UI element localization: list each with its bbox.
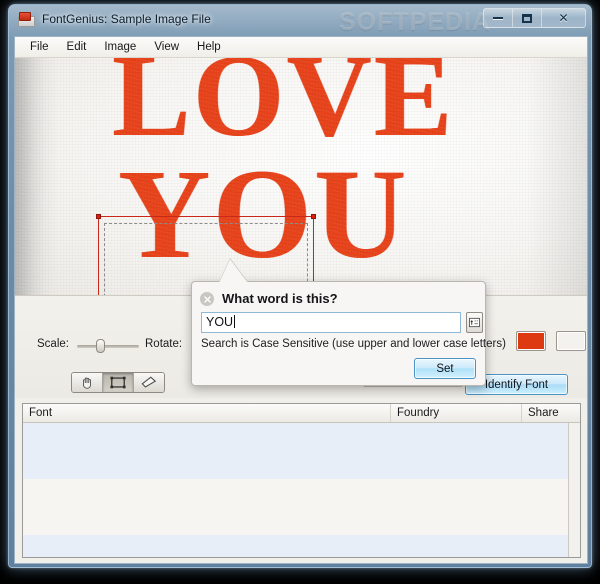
minimize-icon: [493, 17, 503, 19]
window-title: FontGenius: Sample Image File: [42, 12, 211, 26]
column-header-font[interactable]: Font: [23, 404, 391, 422]
minimize-button[interactable]: [483, 8, 512, 28]
menu-help[interactable]: Help: [188, 39, 230, 56]
character-picker-icon: [469, 317, 480, 328]
softpedia-watermark-title: SOFTPEDIA: [339, 8, 492, 36]
word-input[interactable]: YOU: [201, 312, 461, 333]
column-header-share[interactable]: Share: [522, 404, 580, 422]
results-vertical-scrollbar[interactable]: [568, 423, 580, 557]
menu-edit[interactable]: Edit: [58, 39, 96, 56]
eraser-icon: [141, 376, 157, 388]
eraser-tool-button[interactable]: [134, 373, 164, 392]
title-bar: FontGenius: Sample Image File SOFTPEDIA …: [9, 5, 591, 37]
selection-handle-top-right[interactable]: [311, 214, 316, 219]
close-icon: ✕: [558, 11, 569, 25]
image-canvas[interactable]: LOVE YOU SOFTPEDIA softpedia.com: [15, 58, 587, 295]
image-left-shading: [15, 58, 57, 295]
rotate-label: Rotate:: [145, 338, 183, 350]
image-text-love: LOVE: [112, 58, 455, 161]
close-button[interactable]: ✕: [541, 8, 586, 28]
scale-label: Scale:: [37, 338, 69, 350]
menu-image[interactable]: Image: [95, 39, 145, 56]
maximize-button[interactable]: [512, 8, 541, 28]
results-body: [23, 423, 569, 557]
hand-icon: [83, 376, 91, 389]
table-row[interactable]: [23, 479, 569, 535]
dialog-pointer-tail: [219, 259, 248, 283]
menu-view[interactable]: View: [145, 39, 188, 56]
foreground-color-swatch[interactable]: [516, 331, 546, 351]
image-right-shading: [527, 58, 587, 295]
hand-tool-button[interactable]: [72, 373, 103, 392]
dialog-close-button[interactable]: [200, 292, 214, 306]
column-header-foundry[interactable]: Foundry: [391, 404, 522, 422]
results-list: Font Foundry Share: [22, 403, 581, 558]
maximize-icon: [522, 13, 532, 23]
results-header: Font Foundry Share: [23, 404, 580, 423]
client-area: File Edit Image View Help LOVE YOU SOFTP…: [14, 36, 588, 564]
menu-bar: File Edit Image View Help: [15, 37, 587, 58]
screen: FontGenius: Sample Image File SOFTPEDIA …: [0, 0, 600, 584]
close-icon: [203, 295, 211, 303]
selection-handle-top-left[interactable]: [96, 214, 101, 219]
menu-file[interactable]: File: [21, 39, 58, 56]
text-caret: [234, 315, 236, 328]
dialog-hint-text: Search is Case Sensitive (use upper and …: [201, 338, 506, 350]
application-window: FontGenius: Sample Image File SOFTPEDIA …: [8, 4, 592, 568]
app-icon: [18, 12, 35, 28]
word-input-value: YOU: [206, 315, 234, 329]
background-color-swatch[interactable]: [556, 331, 586, 351]
scale-slider-track[interactable]: [77, 345, 139, 348]
selection-rectangle-icon: [110, 376, 126, 389]
character-picker-button[interactable]: [466, 312, 483, 333]
word-prompt-dialog: What word is this? YOU Search is Case Se…: [191, 281, 506, 386]
table-row[interactable]: [23, 535, 569, 557]
scale-slider-knob[interactable]: [96, 339, 105, 353]
selection-tool-button[interactable]: [103, 373, 134, 392]
set-button[interactable]: Set: [414, 358, 476, 379]
color-swatches: [516, 331, 586, 351]
dialog-title: What word is this?: [222, 291, 338, 306]
tool-button-group: [71, 372, 165, 393]
table-row[interactable]: [23, 423, 569, 479]
window-controls: ✕: [483, 8, 586, 28]
